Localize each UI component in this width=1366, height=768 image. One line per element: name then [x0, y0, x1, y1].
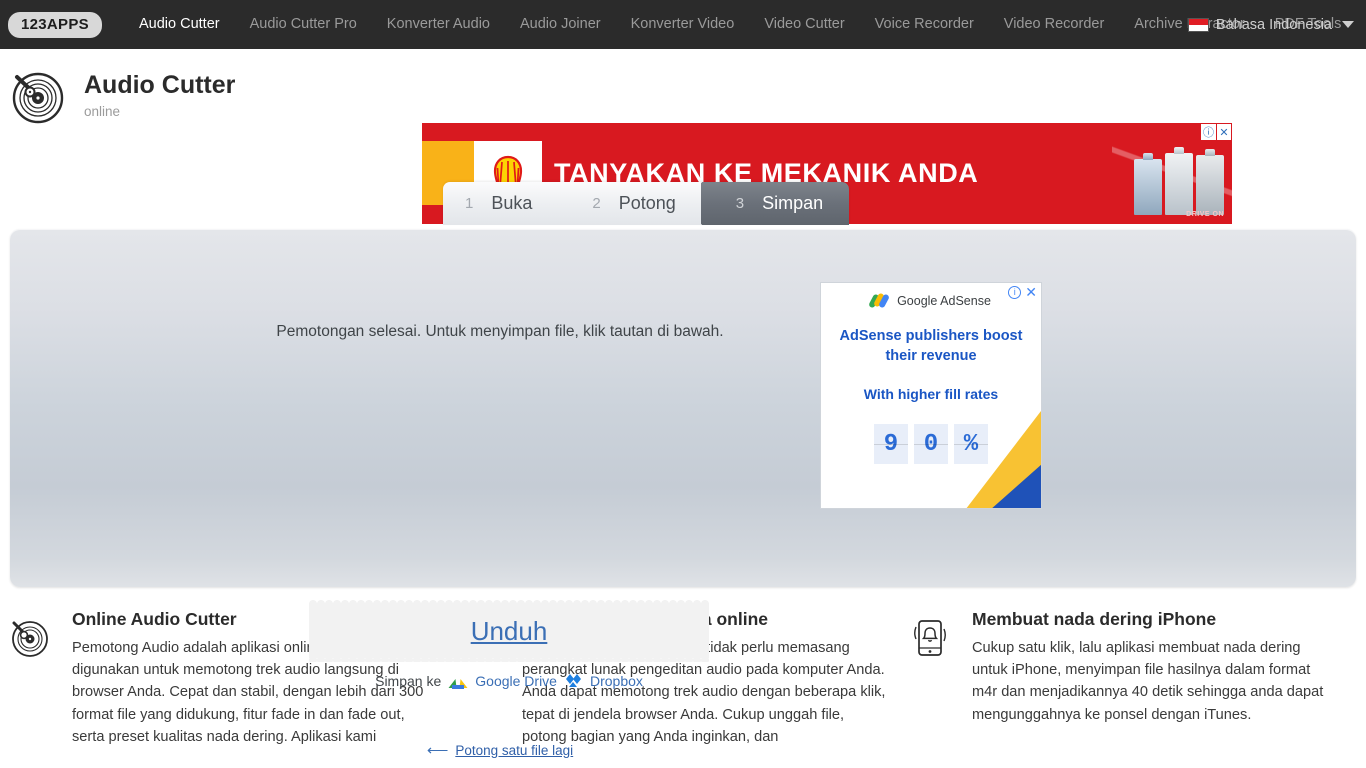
indonesia-flag-icon — [1187, 17, 1209, 32]
dropbox-icon — [565, 674, 581, 688]
nav-link-konverter-audio[interactable]: Konverter Audio — [372, 0, 505, 49]
adsense-info-icon[interactable]: i — [1008, 285, 1022, 299]
steps-breadcrumb-wrapper: 1 Buka 2 Potong 3 Simpan — [0, 182, 1366, 229]
phone-ringtone-icon — [908, 609, 958, 748]
steps-breadcrumb: 1 Buka 2 Potong 3 Simpan — [443, 182, 850, 225]
download-button[interactable]: Unduh — [309, 600, 709, 662]
adsense-close-icon[interactable]: ✕ — [1025, 285, 1037, 299]
language-selector[interactable]: Bahasa Indonesia — [1187, 0, 1354, 49]
ad-close-icon[interactable]: ✕ — [1216, 124, 1231, 140]
feature-text: Cukup satu klik, lalu aplikasi membuat n… — [972, 640, 1324, 723]
counter-digit: 0 — [914, 424, 948, 465]
cut-another-file-link[interactable]: Potong satu file lagi — [455, 743, 573, 758]
vinyl-record-icon — [8, 609, 58, 748]
step-tab-buka[interactable]: 1 Buka — [443, 182, 559, 225]
counter-digit: 9 — [874, 424, 908, 465]
main-panel: Pemotongan selesai. Untuk menyimpan file… — [10, 229, 1356, 759]
dropbox-link[interactable]: Dropbox — [590, 673, 643, 689]
nav-link-konverter-video[interactable]: Konverter Video — [616, 0, 750, 49]
step-label: Buka — [491, 193, 533, 213]
step-tab-potong[interactable]: 2 Potong — [558, 182, 702, 225]
step-number: 1 — [465, 195, 474, 212]
nav-link-video-cutter[interactable]: Video Cutter — [749, 0, 859, 49]
adsense-line-1: AdSense publishers boost their revenue — [839, 328, 1023, 364]
ad-info-icon[interactable]: ⓘ — [1201, 124, 1216, 140]
arrow-left-icon: ⟵ — [426, 742, 448, 759]
language-label: Bahasa Indonesia — [1215, 16, 1332, 33]
vinyl-record-icon — [8, 67, 66, 125]
feature-title: Membuat nada dering iPhone — [972, 609, 1217, 629]
feature-nada-dering-iphone: Membuat nada dering iPhone Cukup satu kl… — [908, 609, 1358, 748]
save-to-label: Simpan ke — [375, 673, 442, 689]
nav-links: Audio Cutter Audio Cutter Pro Konverter … — [124, 0, 1356, 49]
save-to-row: Simpan ke Google Drive Dropbox — [309, 673, 709, 689]
nav-link-audio-cutter-pro[interactable]: Audio Cutter Pro — [235, 0, 372, 49]
page-subtitle: online — [84, 104, 121, 120]
adsense-header: Google AdSense i ✕ — [821, 283, 1041, 313]
adsense-advertisement[interactable]: Google AdSense i ✕ AdSense publishers bo… — [820, 282, 1042, 509]
adsense-header-label: Google AdSense — [897, 293, 991, 308]
adsense-controls: i ✕ — [1008, 285, 1037, 299]
page-title: Audio Cutter — [84, 71, 236, 100]
nav-link-video-recorder[interactable]: Video Recorder — [989, 0, 1120, 49]
chevron-down-icon — [1342, 21, 1354, 28]
step-tab-simpan[interactable]: 3 Simpan — [701, 182, 850, 225]
step-number: 2 — [592, 195, 601, 212]
download-link-label[interactable]: Unduh — [471, 616, 548, 647]
adsense-line-2: With higher fill rates — [863, 386, 999, 403]
top-navigation-bar: 123APPS Audio Cutter Audio Cutter Pro Ko… — [0, 0, 1366, 49]
cut-another-file-row: ⟵ Potong satu file lagi — [10, 741, 990, 759]
nav-link-audio-cutter[interactable]: Audio Cutter — [124, 0, 235, 49]
brand-logo-123apps[interactable]: 123APPS — [8, 11, 102, 38]
google-drive-icon — [448, 674, 468, 689]
google-adsense-icon — [868, 292, 891, 309]
step-number: 3 — [735, 195, 745, 212]
step-label: Potong — [618, 193, 676, 213]
nav-link-audio-joiner[interactable]: Audio Joiner — [505, 0, 616, 49]
adsense-blue-corner — [981, 456, 1041, 508]
step-label: Simpan — [762, 193, 824, 213]
nav-link-voice-recorder[interactable]: Voice Recorder — [860, 0, 989, 49]
google-drive-link[interactable]: Google Drive — [475, 673, 557, 689]
ad-choices-controls: ⓘ ✕ — [1200, 123, 1232, 141]
brand-block[interactable]: Audio Cutter online — [8, 67, 235, 125]
page-header: Audio Cutter online TANYAKAN KE MEKANIK … — [0, 49, 1366, 224]
